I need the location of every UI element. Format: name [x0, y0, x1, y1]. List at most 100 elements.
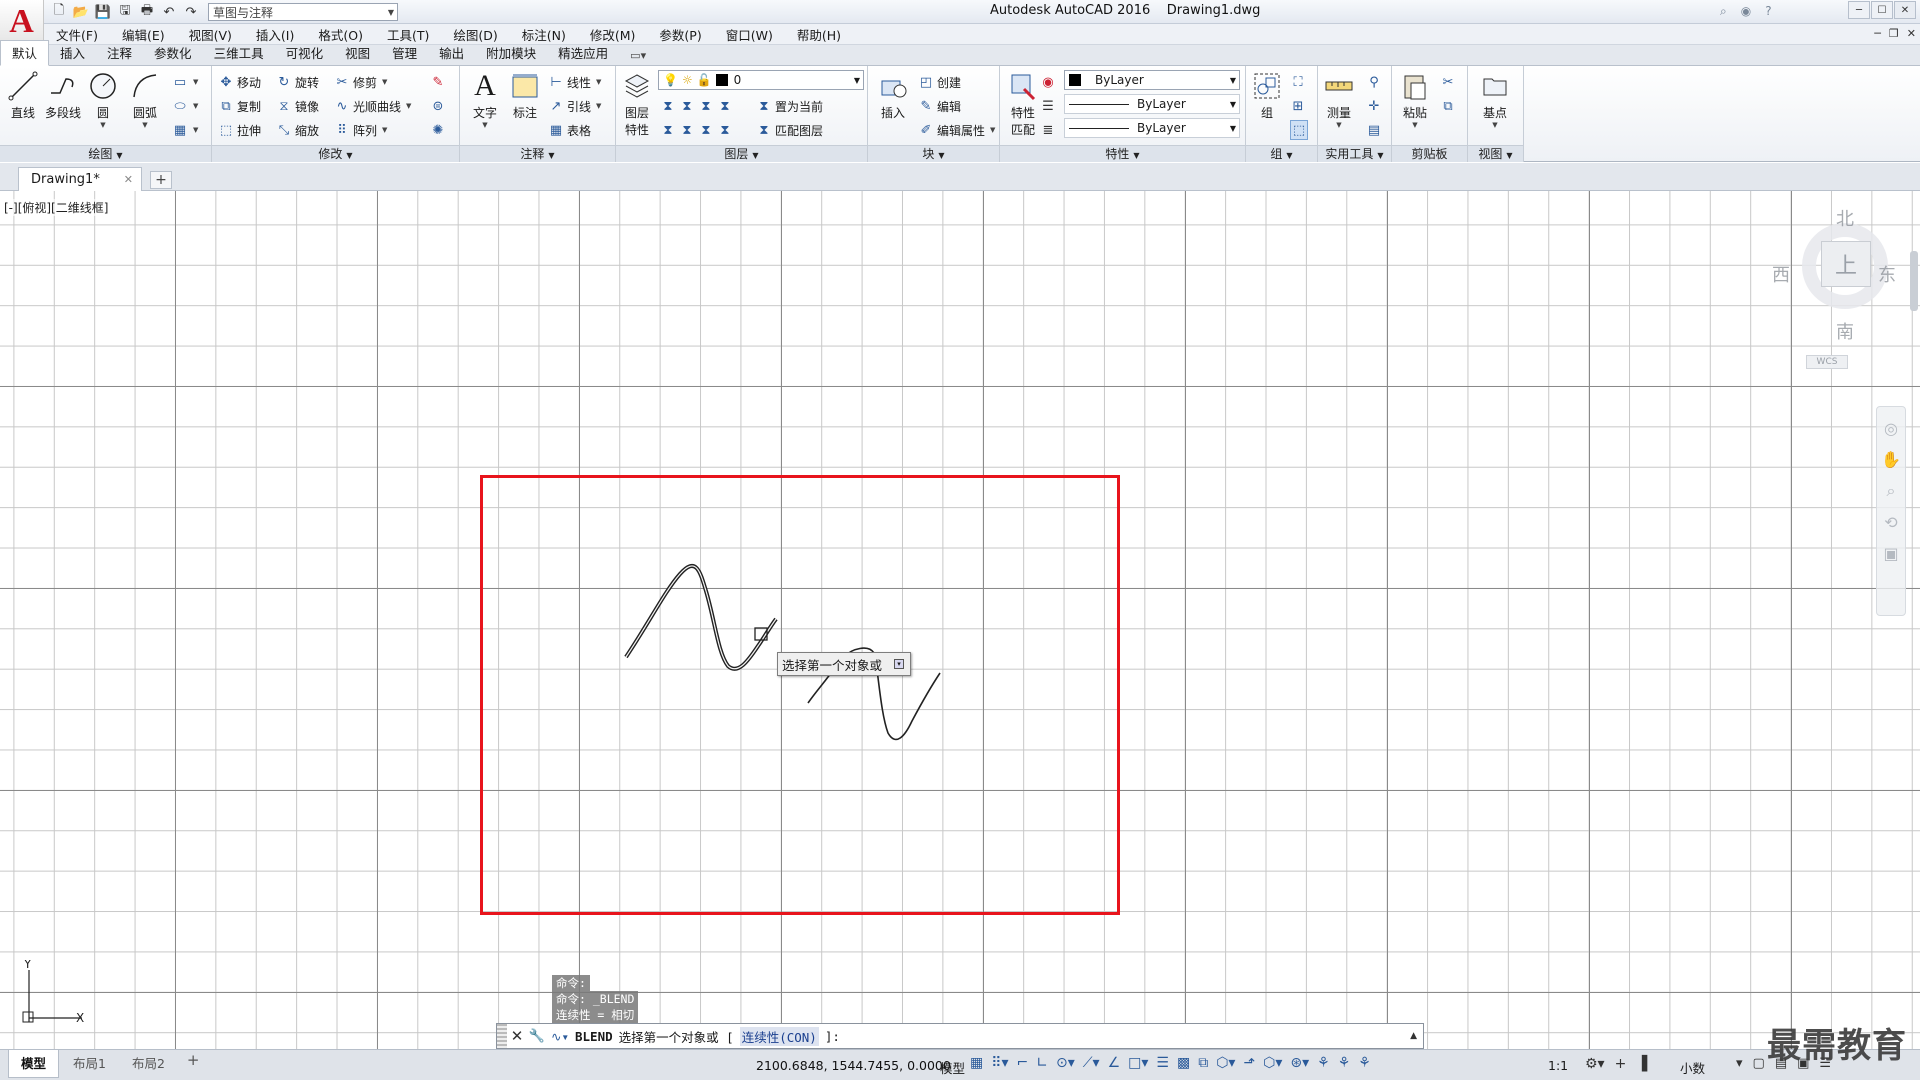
drawing-tab[interactable]: Drawing1* ✕ [18, 167, 142, 191]
units-value[interactable]: 小数 [1680, 1058, 1705, 1077]
panel-utilities-title[interactable]: 实用工具 ▼ [1318, 145, 1391, 162]
coordinates-display[interactable]: 2100.6848, 1544.7455, 0.0000 [756, 1058, 951, 1073]
viewcube-east[interactable]: 东 [1878, 261, 1896, 287]
selection-cycling-icon[interactable]: ⧉ [1198, 1055, 1208, 1071]
wrench-icon[interactable]: 🔧 [527, 1029, 547, 1044]
table-button[interactable]: ▦ 表格 [548, 120, 591, 140]
leader-button[interactable]: ↗ 引线 ▼ [548, 96, 602, 116]
layer-select[interactable]: 💡 ☼ 🔓 0 ▼ [658, 70, 864, 90]
tab-manage[interactable]: 管理 [381, 41, 428, 65]
object-color-icon[interactable]: ◉ [1040, 72, 1056, 92]
panel-clipboard-title[interactable]: 剪贴板 [1392, 145, 1467, 162]
viewcube-south[interactable]: 南 [1836, 318, 1854, 344]
offset-button[interactable]: ⊜ [430, 96, 446, 116]
lineweight-icon[interactable]: ≣ [1040, 120, 1056, 140]
ellipse-button[interactable]: ⬭ ▼ [172, 96, 198, 116]
selection-filter-icon[interactable]: ⬡▾ [1263, 1055, 1282, 1071]
tab-insert[interactable]: 插入 [49, 41, 96, 65]
clip-copy-icon[interactable]: ⧉ [1440, 96, 1456, 116]
measure-button[interactable]: 测量 ▼ [1318, 70, 1360, 129]
undo-icon[interactable]: ↶ [160, 3, 178, 21]
match-layer-button[interactable]: ⧗ 匹配图层 [756, 120, 823, 140]
minimize-button[interactable]: ─ [1848, 1, 1870, 19]
circle-button[interactable]: 圆 ▼ [82, 70, 124, 129]
panel-view-title[interactable]: 视图 ▼ [1468, 145, 1523, 162]
vertical-scrollbar[interactable] [1910, 251, 1918, 311]
hardware-accel-icon[interactable]: ▢ [1753, 1056, 1765, 1071]
doc-restore-button[interactable]: ❐ [1889, 27, 1899, 40]
auto-scale-icon[interactable]: ⚘ [1338, 1055, 1351, 1071]
panel-modify-title[interactable]: 修改 ▼ [212, 145, 459, 162]
save-icon[interactable]: 💾 [94, 3, 112, 21]
application-menu-button[interactable]: A [0, 0, 44, 44]
ribbon-minimize-icon[interactable]: ▭▾ [619, 47, 657, 65]
ortho-icon[interactable]: ∟ [1036, 1055, 1048, 1071]
search-icon[interactable]: ⌕ [1720, 4, 1727, 19]
annotation-visibility-icon[interactable]: ⚘ [1317, 1055, 1330, 1071]
transparency-icon[interactable]: ▩ [1177, 1055, 1190, 1071]
quick-select-icon[interactable]: ⚲ [1366, 72, 1382, 92]
menu-window[interactable]: 窗口(W) [714, 25, 785, 44]
scale-button[interactable]: ⤡ 缩放 [276, 120, 319, 140]
doc-close-button[interactable]: ✕ [1907, 27, 1916, 40]
orbit-icon[interactable]: ⟲ [1884, 513, 1897, 532]
help-icon[interactable]: ? [1765, 4, 1771, 19]
tab-model[interactable]: 模型 [8, 1050, 60, 1078]
doc-minimize-button[interactable]: ─ [1874, 27, 1881, 40]
calculator-icon[interactable]: ▤ [1366, 120, 1382, 140]
tab-parametric[interactable]: 参数化 [143, 41, 203, 65]
edit-attributes-button[interactable]: ✐ 编辑属性 ▼ [918, 120, 996, 140]
array-button[interactable]: ⠿ 阵列 ▼ [334, 120, 387, 140]
viewcube[interactable]: 北 南 西 东 上 WCS [1770, 203, 1910, 373]
hatch-button[interactable]: ▦ ▼ [172, 120, 199, 140]
ungroup-icon[interactable]: ⛶ [1290, 72, 1306, 92]
pan-icon[interactable]: ✋ [1881, 450, 1901, 469]
move-button[interactable]: ✥ 移动 [218, 72, 261, 92]
options-arrow-icon[interactable]: ▾ [894, 659, 904, 669]
isodraft-icon[interactable]: ⟋▾ [1083, 1055, 1100, 1071]
linetype-icon[interactable]: ☰ [1040, 96, 1056, 116]
tab-layout2[interactable]: 布局2 [120, 1050, 177, 1078]
linear-dim-button[interactable]: ⊢ 线性 ▼ [548, 72, 601, 92]
panel-groups-title[interactable]: 组 ▼ [1246, 145, 1317, 162]
panel-annotation-title[interactable]: 注释 ▼ [460, 145, 615, 162]
lineweight-select[interactable]: ByLayer ▼ [1064, 118, 1240, 138]
redo-icon[interactable]: ↷ [182, 3, 200, 21]
match-properties-button[interactable]: 特性 匹配 [1002, 70, 1044, 138]
3d-osnap-icon[interactable]: ⬡▾ [1216, 1055, 1235, 1071]
viewcube-north[interactable]: 北 [1836, 205, 1854, 231]
menu-help[interactable]: 帮助(H) [785, 25, 853, 44]
osnap-icon[interactable]: □▾ [1128, 1055, 1148, 1071]
new-tab-button[interactable]: + [150, 171, 172, 189]
explode-button[interactable]: ✺ [430, 120, 446, 140]
layer-tool-row-2[interactable]: ⧗ ⧗ ⧗ ⧗ [660, 120, 733, 140]
tab-annotate[interactable]: 注释 [96, 41, 143, 65]
arc-button[interactable]: 圆弧 ▼ [124, 70, 166, 129]
tab-featured-apps[interactable]: 精选应用 [547, 41, 619, 65]
color-select[interactable]: ByLayer ▼ [1064, 70, 1240, 90]
set-current-button[interactable]: ⧗ 置为当前 [756, 96, 823, 116]
point-icon[interactable]: ✛ [1366, 96, 1382, 116]
insert-block-button[interactable]: 插入 [872, 70, 914, 121]
mirror-button[interactable]: ⧖ 镜像 [276, 96, 319, 116]
viewcube-top-face[interactable]: 上 [1821, 241, 1871, 287]
spline-button[interactable]: ∿ 光顺曲线 ▼ [334, 96, 412, 116]
quick-properties-icon[interactable]: ▐ [1636, 1056, 1647, 1072]
panel-block-title[interactable]: 块 ▼ [868, 145, 999, 162]
base-view-button[interactable]: 基点 ▼ [1474, 70, 1516, 129]
tab-addins[interactable]: 附加模块 [475, 41, 547, 65]
create-block-button[interactable]: ◰ 创建 [918, 72, 961, 92]
group-button[interactable]: 组 [1246, 70, 1288, 121]
model-space-button[interactable]: 模型 [940, 1058, 965, 1077]
close-tab-icon[interactable]: ✕ [124, 173, 133, 186]
workspace-gear-icon[interactable]: ⚙▾ [1585, 1056, 1605, 1072]
erase-button[interactable]: ✎ [430, 72, 446, 92]
text-button[interactable]: A 文字 ▼ [464, 69, 506, 129]
panel-properties-title[interactable]: 特性 ▼ [1000, 145, 1245, 162]
paste-button[interactable]: 粘贴 ▼ [1394, 70, 1436, 129]
tab-visualize[interactable]: 可视化 [275, 41, 335, 65]
edit-block-button[interactable]: ✎ 编辑 [918, 96, 961, 116]
cut-icon[interactable]: ✂ [1440, 72, 1456, 92]
close-icon[interactable]: ✕ [507, 1027, 527, 1045]
group-select-icon[interactable]: ⬚ [1290, 120, 1308, 140]
